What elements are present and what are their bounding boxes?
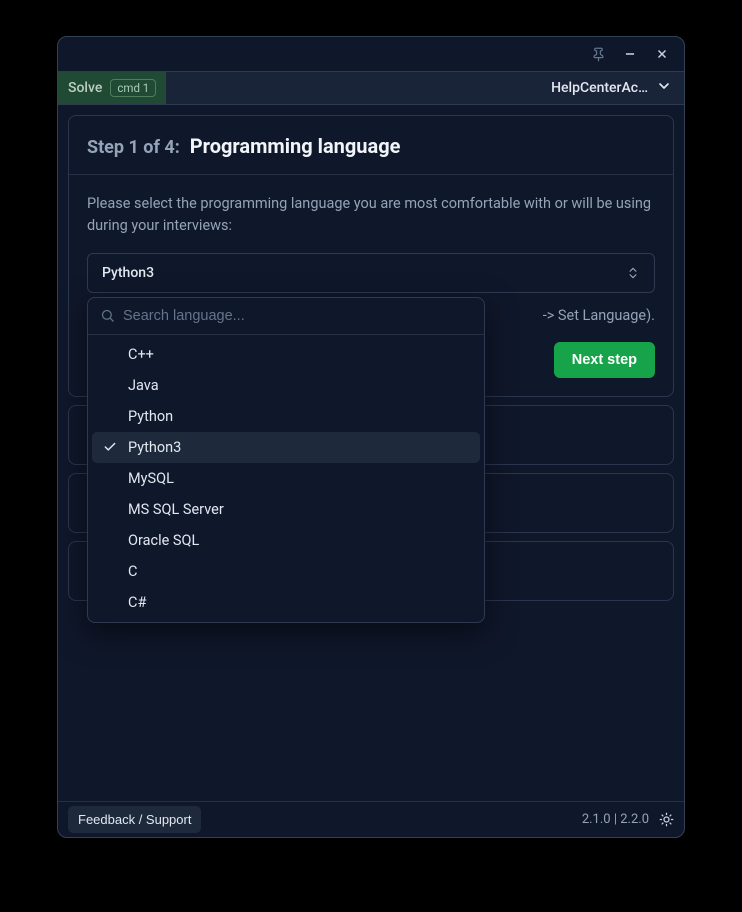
search-icon (100, 308, 115, 323)
theme-toggle-icon[interactable] (659, 812, 674, 827)
language-option-label: MS SQL Server (128, 501, 224, 518)
search-input[interactable] (123, 308, 472, 324)
chevron-up-down-icon (626, 266, 640, 280)
keycap-shortcut: cmd 1 (110, 79, 156, 97)
tab-solve[interactable]: Solve cmd 1 (58, 72, 166, 104)
check-icon (102, 440, 118, 454)
language-option[interactable]: Oracle SQL (92, 525, 480, 556)
language-option[interactable]: Python (92, 401, 480, 432)
step-card: Step 1 of 4: Programming language Please… (68, 115, 674, 397)
step-title: Programming language (190, 134, 401, 158)
language-option[interactable]: MySQL (92, 463, 480, 494)
language-option-label: MySQL (128, 470, 174, 487)
language-option[interactable]: Python3 (92, 432, 480, 463)
pin-icon[interactable] (586, 42, 610, 66)
feedback-button[interactable]: Feedback / Support (68, 806, 201, 833)
language-selected-value: Python3 (102, 265, 154, 281)
language-option-label: Python3 (128, 439, 181, 456)
language-option-label: Python (128, 408, 173, 425)
language-option-label: C++ (128, 346, 154, 363)
app-window: Solve cmd 1 HelpCenterAc… Step 1 of 4: P… (57, 36, 685, 838)
language-option-label: Oracle SQL (128, 532, 199, 549)
next-step-button[interactable]: Next step (554, 342, 655, 378)
language-option[interactable]: C (92, 556, 480, 587)
language-option-label: C (128, 563, 137, 580)
language-option[interactable]: C++ (92, 339, 480, 370)
language-option-label: C# (128, 594, 146, 611)
language-option[interactable]: MS SQL Server (92, 494, 480, 525)
language-option[interactable]: C# (92, 587, 480, 618)
step-number: Step 1 of 4: (87, 137, 180, 158)
help-dropdown[interactable]: HelpCenterAc… (539, 72, 684, 104)
step-body: Please select the programming language y… (69, 175, 673, 396)
language-dropdown: C++ Java Python Python3 MySQL MS SQL Server Or… (87, 297, 485, 623)
topbar: Solve cmd 1 HelpCenterAc… (58, 71, 684, 105)
tab-solve-label: Solve (68, 80, 102, 96)
chevron-down-icon (656, 78, 672, 98)
minimize-icon[interactable] (618, 42, 642, 66)
language-select[interactable]: Python3 (87, 253, 655, 293)
dropdown-options: C++ Java Python Python3 MySQL MS SQL Server Or… (88, 335, 484, 622)
step-header: Step 1 of 4: Programming language (69, 116, 673, 175)
version-label: 2.1.0 | 2.2.0 (582, 812, 649, 827)
dropdown-search-row (88, 298, 484, 335)
language-option[interactable]: Java (92, 370, 480, 401)
footer-right: 2.1.0 | 2.2.0 (582, 812, 674, 827)
titlebar (58, 37, 684, 71)
step-instructions: Please select the programming language y… (87, 193, 655, 237)
footer: Feedback / Support 2.1.0 | 2.2.0 (58, 801, 684, 837)
main-content: Step 1 of 4: Programming language Please… (58, 105, 684, 801)
help-label: HelpCenterAc… (551, 80, 648, 96)
language-option-label: Java (128, 377, 159, 394)
language-select-wrap: Python3 C++JavaPythonPython3MySQLMS (87, 253, 655, 293)
close-icon[interactable] (650, 42, 674, 66)
